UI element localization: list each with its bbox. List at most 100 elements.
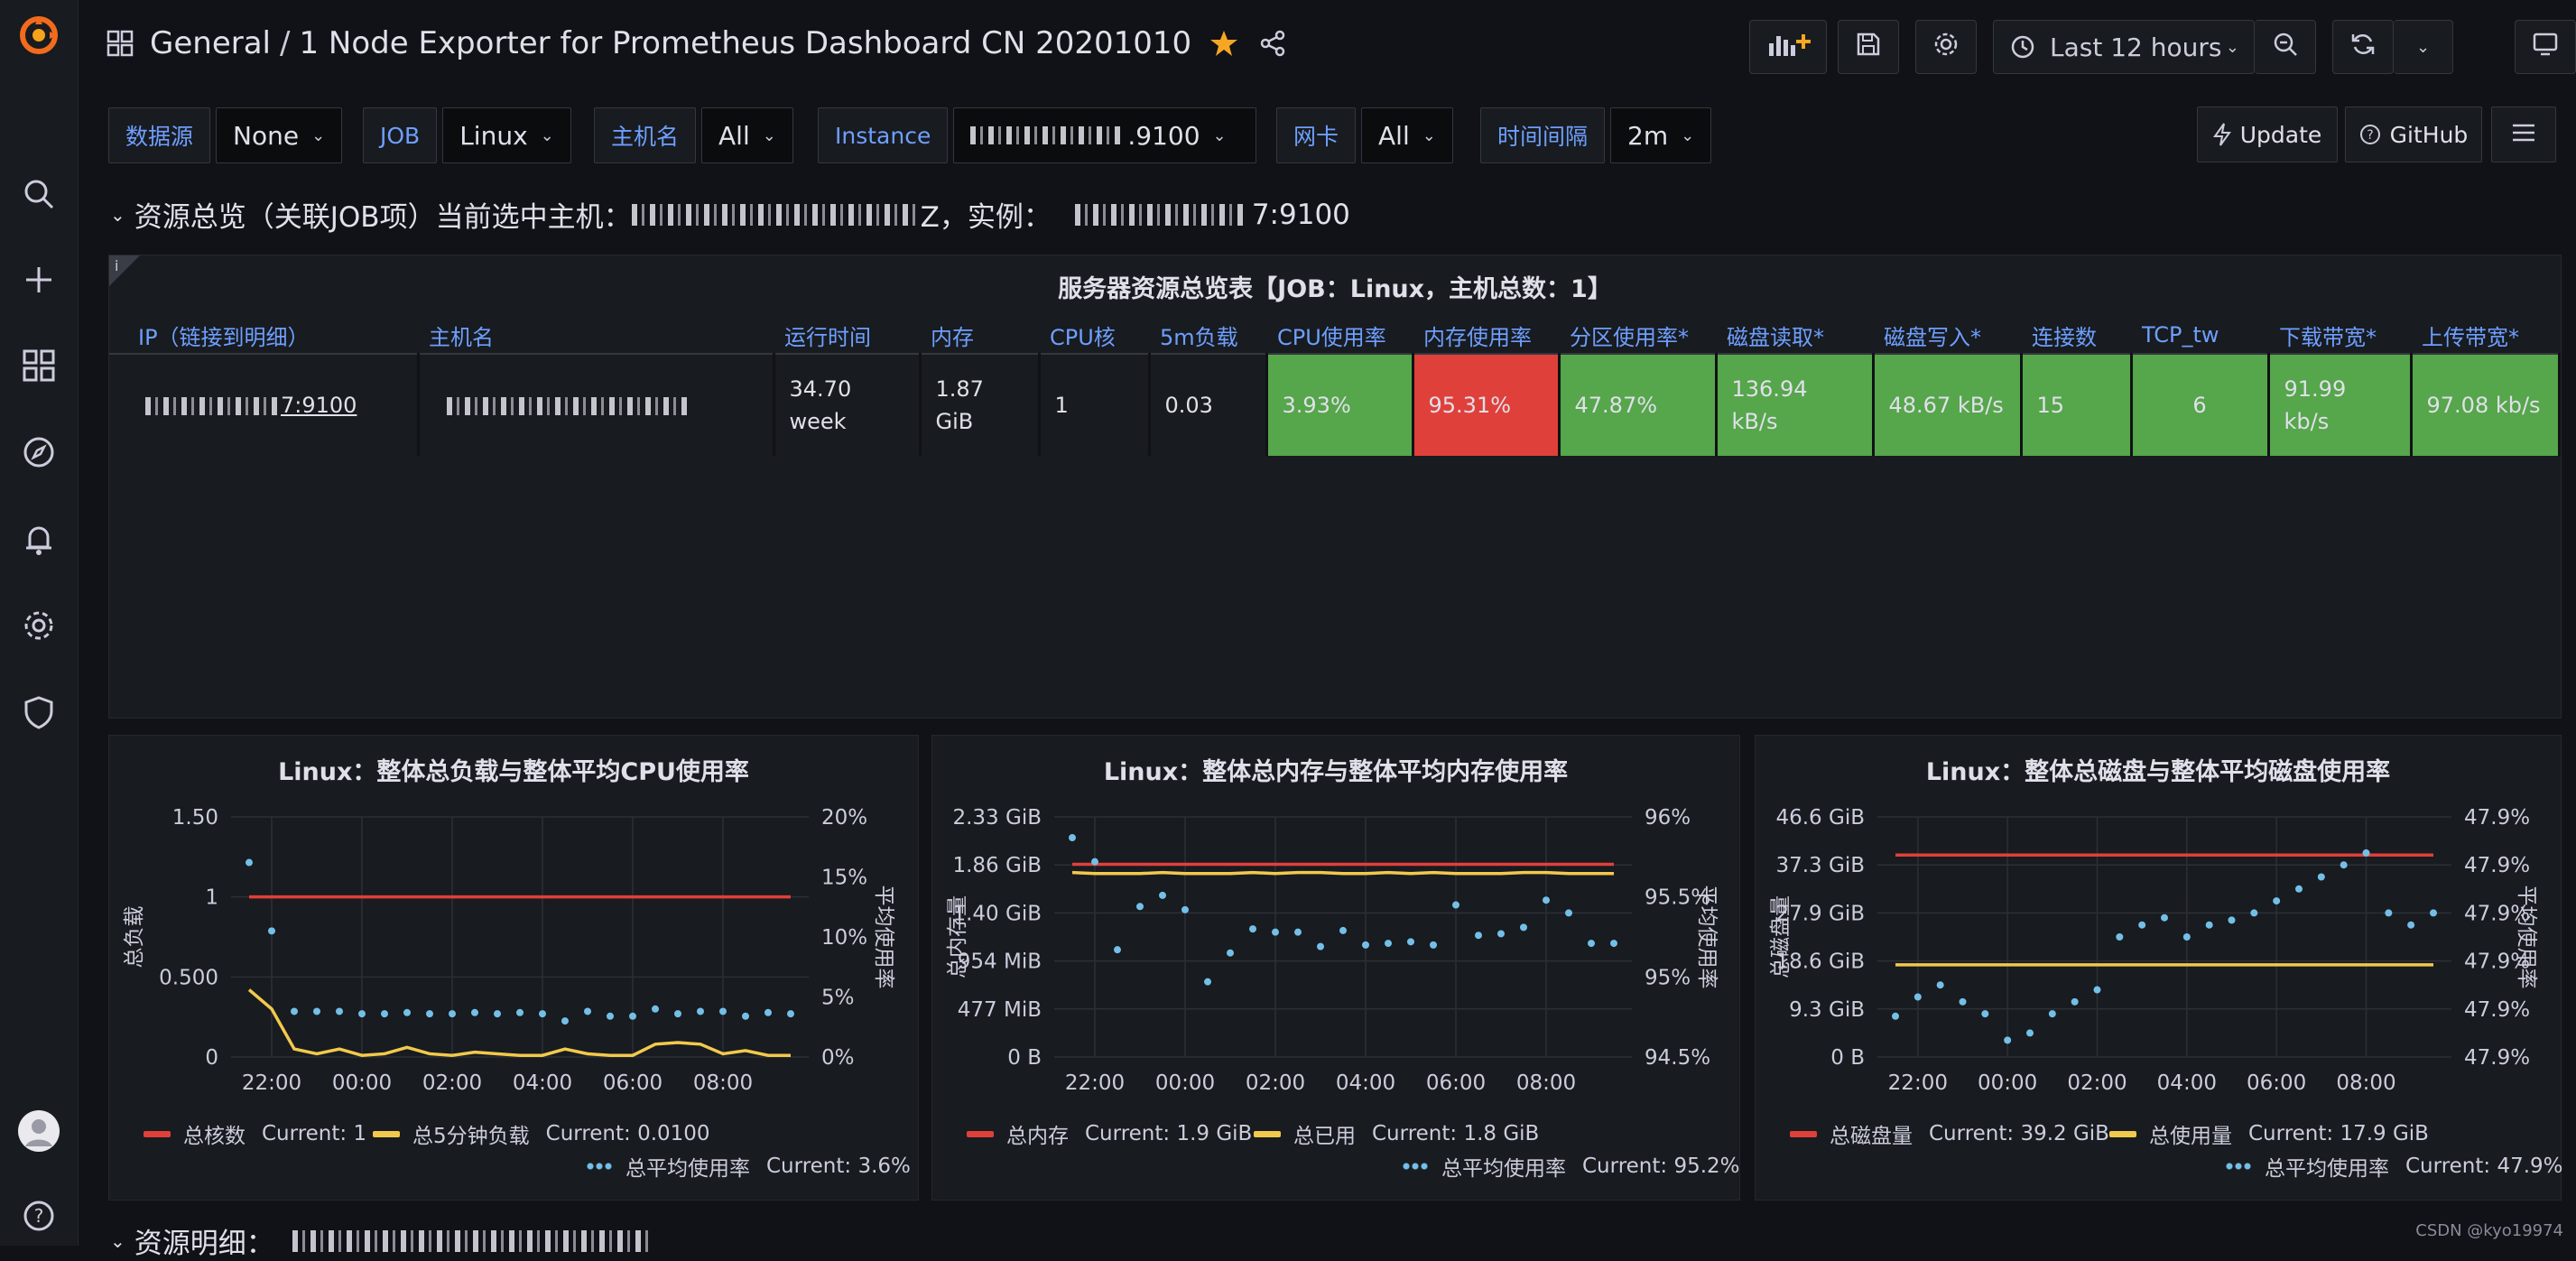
column-header[interactable]: 下载带宽* xyxy=(2268,317,2411,355)
share-icon[interactable] xyxy=(1258,29,1287,58)
y-axis-label-left: 总负载 xyxy=(123,906,146,969)
column-header[interactable]: 磁盘读取* xyxy=(1716,317,1873,355)
legend-item[interactable]: 总磁盘量 Current: 39.2 GiB xyxy=(1790,1118,2109,1149)
variable-select[interactable]: Linux ⌄ xyxy=(442,107,571,163)
column-header[interactable]: 内存 xyxy=(920,317,1039,355)
update-link-button[interactable]: Update xyxy=(2197,107,2338,162)
column-header[interactable]: CPU使用率 xyxy=(1266,317,1413,355)
cycle-view-mode-button[interactable] xyxy=(2515,20,2576,74)
column-header[interactable]: 连接数 xyxy=(2021,317,2131,355)
series-point xyxy=(1069,834,1076,842)
column-header[interactable]: IP（链接到明细） xyxy=(109,317,418,355)
server-admin-shield-icon[interactable] xyxy=(16,690,61,735)
user-avatar[interactable] xyxy=(16,1108,61,1154)
search-icon[interactable] xyxy=(16,172,61,217)
zoom-out-icon xyxy=(2272,31,2299,64)
redacted-hostname xyxy=(292,1229,653,1252)
y-tick-right: 95% xyxy=(1645,966,1691,989)
variable-select[interactable]: All ⌄ xyxy=(1361,107,1453,163)
variable-interval: 时间间隔 2m ⌄ xyxy=(1480,107,1712,164)
series-point xyxy=(1430,941,1437,949)
series-line-used xyxy=(247,988,791,1057)
favorite-star-icon[interactable] xyxy=(1209,29,1238,58)
series-point xyxy=(2205,921,2213,929)
help-icon[interactable]: ? xyxy=(16,1193,61,1238)
x-tick: 04:00 xyxy=(513,1071,572,1095)
grafana-logo-icon[interactable] xyxy=(16,13,61,58)
y-tick-right: 47.9% xyxy=(2464,998,2530,1022)
legend-item[interactable]: 总已用 Current: 1.8 GiB xyxy=(1254,1118,1539,1149)
chart-disk[interactable]: 0 B9.3 GiB18.6 GiB27.9 GiB37.3 GiB46.6 G… xyxy=(1756,792,2562,1126)
breadcrumb-folder[interactable]: General xyxy=(150,25,271,61)
cell-mem-usage: 95.31% xyxy=(1413,354,1561,456)
dashboards-icon[interactable] xyxy=(16,343,61,388)
variable-select[interactable]: 2m ⌄ xyxy=(1610,107,1712,163)
cell-ip[interactable]: 7:9100 xyxy=(109,354,420,456)
legend-item[interactable]: 总核数 Current: 1 xyxy=(144,1118,366,1149)
zoom-out-button[interactable] xyxy=(2255,20,2316,74)
legend-current: Current: 17.9 GiB xyxy=(2248,1122,2429,1145)
refresh-button[interactable] xyxy=(2332,20,2394,74)
ip-link[interactable]: 7:9100 xyxy=(281,393,357,418)
column-header[interactable]: TCP_tw xyxy=(2131,317,2268,355)
row-title-detail[interactable]: ⌄ 资源明细： xyxy=(110,1220,653,1261)
x-tick: 08:00 xyxy=(2336,1071,2395,1095)
dashboard-title[interactable]: 1 Node Exporter for Prometheus Dashboard… xyxy=(299,25,1191,61)
y-tick-right: 0% xyxy=(821,1046,855,1070)
legend-swatch xyxy=(144,1130,171,1137)
alerting-bell-icon[interactable] xyxy=(16,516,61,561)
chart-cpu-load[interactable]: 0 0.500 1 1.50 0% 5% 10% 15% 20% 22:00 00:00 02:00 0… xyxy=(109,792,920,1126)
legend-swatch xyxy=(1254,1130,1281,1137)
legend-name: 总平均使用率 xyxy=(2265,1157,2389,1181)
variable-select[interactable]: .9100 ⌄ xyxy=(953,107,1257,163)
github-link-button[interactable]: ? GitHub xyxy=(2345,107,2482,162)
chart-memory[interactable]: 0 B477 MiB954 MiB1.40 GiB1.86 GiB2.33 Gi… xyxy=(932,792,1741,1126)
chevron-down-icon: ⌄ xyxy=(1212,125,1227,145)
chevron-down-icon: ⌄ xyxy=(2225,37,2239,57)
create-plus-icon[interactable] xyxy=(16,257,61,302)
hamburger-icon xyxy=(2511,122,2536,148)
variable-value: All xyxy=(1378,120,1410,151)
legend-item[interactable]: 总平均使用率 Current: 47.9% xyxy=(2225,1151,2563,1182)
legend-item[interactable]: 总平均使用率 Current: 3.6% xyxy=(586,1151,911,1182)
column-header[interactable]: 主机名 xyxy=(418,317,774,355)
legend-item[interactable]: 总5分钟负载 Current: 0.0100 xyxy=(373,1118,710,1149)
breadcrumb: General / 1 Node Exporter for Prometheus… xyxy=(107,25,1287,61)
legend-item[interactable]: 总平均使用率 Current: 95.2% xyxy=(1402,1151,1740,1182)
series-point xyxy=(584,1007,591,1015)
variable-nic: 网卡 All ⌄ xyxy=(1276,107,1453,164)
y-tick-left: 0 B xyxy=(1830,1046,1865,1070)
column-header[interactable]: 上传带宽* xyxy=(2411,317,2560,355)
series-point xyxy=(1543,896,1550,904)
series-point xyxy=(1452,901,1459,909)
add-panel-button[interactable] xyxy=(1749,20,1827,74)
time-range-picker[interactable]: Last 12 hours ⌄ xyxy=(1993,20,2255,74)
refresh-interval-dropdown[interactable]: ⌄ xyxy=(2394,20,2453,74)
legend-item[interactable]: 总内存 Current: 1.9 GiB xyxy=(967,1118,1252,1149)
x-tick: 06:00 xyxy=(1426,1071,1486,1095)
column-header[interactable]: 5m负载 xyxy=(1149,317,1266,355)
column-header[interactable]: 内存使用率 xyxy=(1413,317,1559,355)
save-icon xyxy=(1856,32,1881,63)
column-header[interactable]: CPU核 xyxy=(1039,317,1149,355)
menu-hamburger-button[interactable] xyxy=(2491,107,2556,162)
legend-item[interactable]: 总使用量 Current: 17.9 GiB xyxy=(2109,1118,2429,1149)
column-header[interactable]: 磁盘写入* xyxy=(1873,317,2021,355)
column-header[interactable]: 分区使用率* xyxy=(1559,317,1716,355)
x-tick: 08:00 xyxy=(1516,1071,1576,1095)
legend-current: Current: 1.9 GiB xyxy=(1085,1122,1253,1145)
chevron-down-icon: ⌄ xyxy=(311,125,326,145)
dashboard-settings-button[interactable] xyxy=(1915,20,1977,74)
variable-value: All xyxy=(718,120,750,151)
row-title-overview[interactable]: ⌄ 资源总览（关联JOB项）当前选中主机： Z，实例： 7:9100 xyxy=(110,194,1350,235)
redacted-instance xyxy=(970,126,1125,144)
column-header[interactable]: 运行时间 xyxy=(774,317,920,355)
series-point xyxy=(652,1005,659,1013)
variable-select[interactable]: None ⌄ xyxy=(216,107,343,163)
y-tick-left: 0 xyxy=(205,1046,218,1070)
variable-select[interactable]: All ⌄ xyxy=(701,107,793,163)
save-dashboard-button[interactable] xyxy=(1838,20,1899,74)
y-axis-label-left: 总内存量 xyxy=(946,895,969,978)
configuration-gear-icon[interactable] xyxy=(16,603,61,648)
explore-compass-icon[interactable] xyxy=(16,430,61,475)
